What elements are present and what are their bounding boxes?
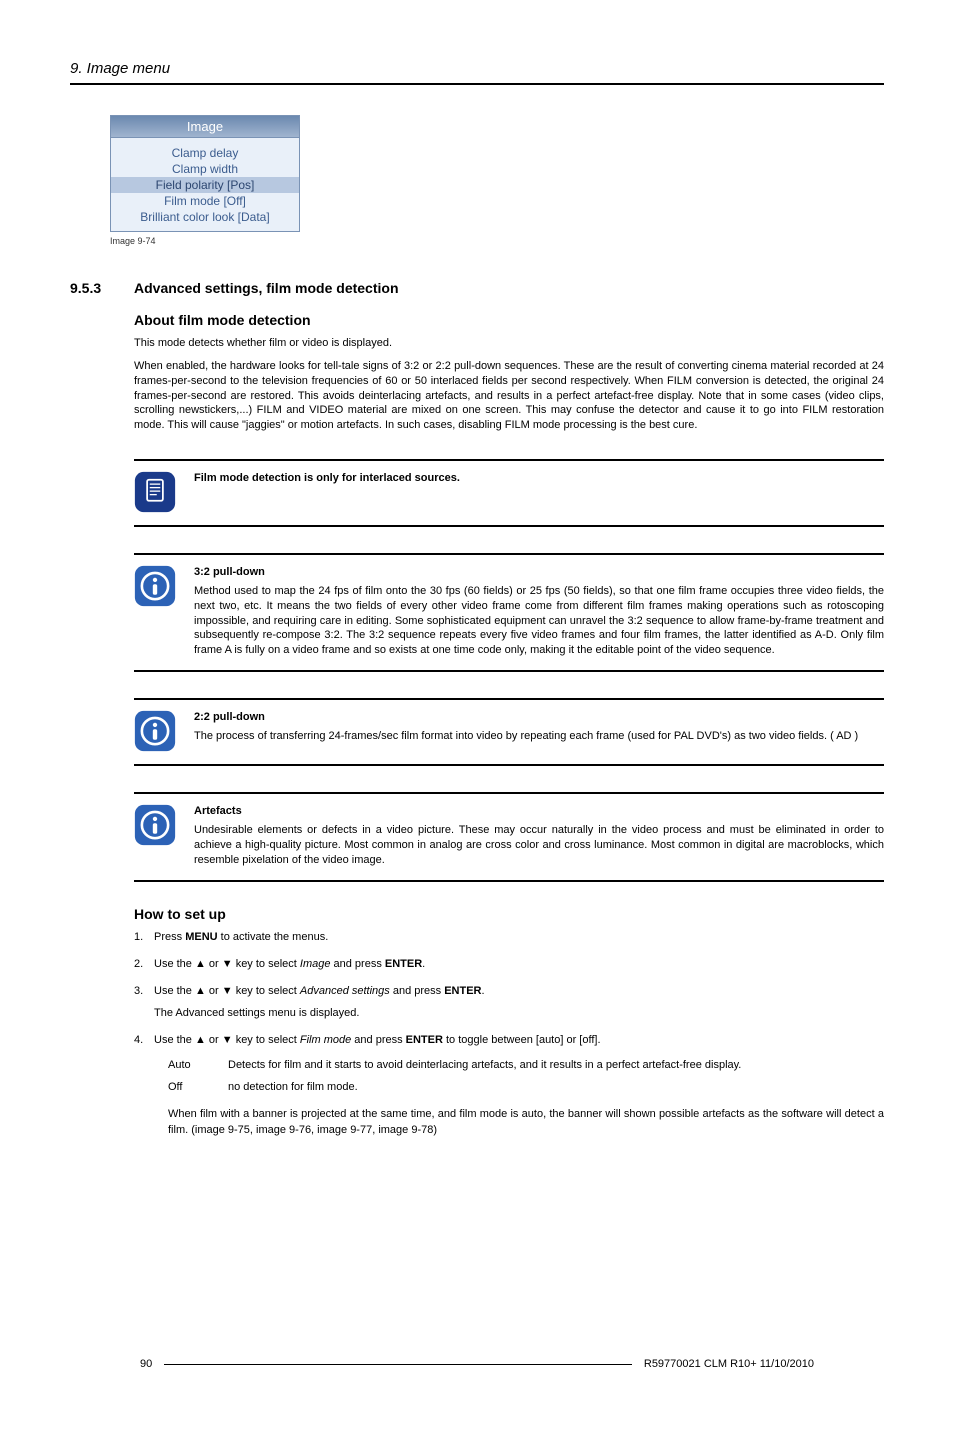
image-menu-body: Clamp delay Clamp width Field polarity […: [111, 138, 299, 231]
step-text: .: [481, 985, 484, 997]
page-footer: 90 R59770021 CLM R10+ 11/10/2010: [140, 1358, 814, 1370]
definition-term: Auto: [168, 1058, 228, 1073]
step-text: Use the ▲ or ▼ key to select: [154, 1034, 300, 1046]
definition-row: Off no detection for film mode.: [168, 1080, 884, 1095]
step-text: and press: [330, 958, 384, 970]
info-text: Method used to map the 24 fps of film on…: [194, 584, 884, 658]
steps-list: Press MENU to activate the menus. Use th…: [134, 930, 884, 1139]
step-sub: The Advanced settings menu is displayed.: [154, 1006, 884, 1021]
info-callout: 3:2 pull-down Method used to map the 24 …: [134, 553, 884, 672]
page-section-title: 9. Image menu: [70, 60, 884, 77]
body-text: This mode detects whether film or video …: [134, 336, 884, 351]
info-text: The process of transferring 24-frames/se…: [194, 729, 884, 744]
definition-row: Auto Detects for film and it starts to a…: [168, 1058, 884, 1073]
info-text: Undesirable elements or defects in a vid…: [194, 823, 884, 868]
step-text: and press: [390, 985, 444, 997]
step-italic: Film mode: [300, 1034, 351, 1046]
note-text: Film mode detection is only for interlac…: [194, 471, 884, 486]
step-text: to toggle between [auto] or [off].: [443, 1034, 601, 1046]
definition-desc: Detects for film and it starts to avoid …: [228, 1058, 884, 1073]
info-body: Artefacts Undesirable elements or defect…: [194, 804, 884, 867]
image-menu-screenshot: Image Clamp delay Clamp width Field pola…: [110, 115, 300, 232]
footer-page-number: 90: [140, 1358, 152, 1370]
section-number: 9.5.3: [70, 280, 134, 296]
subhead-about: About film mode detection: [134, 312, 884, 328]
step-italic: Image: [300, 958, 331, 970]
step-bold: ENTER: [406, 1034, 443, 1046]
info-body: 2:2 pull-down The process of transferrin…: [194, 710, 884, 752]
menu-item: Clamp width: [111, 161, 299, 177]
step-bold: ENTER: [385, 958, 422, 970]
footer-rule: [164, 1364, 632, 1365]
info-body: 3:2 pull-down Method used to map the 24 …: [194, 565, 884, 658]
step-bold: MENU: [185, 931, 217, 943]
menu-item: Brilliant color look [Data]: [111, 209, 299, 225]
step-text: Use the ▲ or ▼ key to select: [154, 958, 300, 970]
definition-desc: no detection for film mode.: [228, 1080, 884, 1095]
image-menu-title: Image: [111, 116, 299, 138]
step-bold: ENTER: [444, 985, 481, 997]
section-title: Advanced settings, film mode detection: [134, 280, 399, 296]
menu-item: Film mode [Off]: [111, 193, 299, 209]
note-callout: Film mode detection is only for interlac…: [134, 459, 884, 527]
definitions-list: Auto Detects for film and it starts to a…: [168, 1058, 884, 1095]
step-text: Press: [154, 931, 185, 943]
step-item: Use the ▲ or ▼ key to select Image and p…: [134, 957, 884, 972]
step-item: Use the ▲ or ▼ key to select Film mode a…: [134, 1033, 884, 1138]
info-icon: [134, 565, 176, 607]
menu-item: Clamp delay: [111, 145, 299, 161]
definition-term: Off: [168, 1080, 228, 1095]
body-text: When enabled, the hardware looks for tel…: [134, 359, 884, 433]
info-callout: Artefacts Undesirable elements or defect…: [134, 792, 884, 881]
info-icon: [134, 710, 176, 752]
step-italic: Advanced settings: [300, 985, 390, 997]
step-item: Use the ▲ or ▼ key to select Advanced se…: [134, 984, 884, 1021]
header-rule: [70, 83, 884, 85]
menu-item-selected: Field polarity [Pos]: [111, 177, 299, 193]
note-icon: [134, 471, 176, 513]
info-icon: [134, 804, 176, 846]
info-title: 3:2 pull-down: [194, 565, 884, 580]
note-body: Film mode detection is only for interlac…: [194, 471, 884, 513]
step-text: .: [422, 958, 425, 970]
figure-caption: Image 9-74: [110, 236, 884, 246]
section-heading-row: 9.5.3 Advanced settings, film mode detec…: [70, 280, 884, 296]
step-text: Use the ▲ or ▼ key to select: [154, 985, 300, 997]
footer-doc-id: R59770021 CLM R10+ 11/10/2010: [644, 1358, 814, 1370]
info-title: 2:2 pull-down: [194, 710, 884, 725]
step-note: When film with a banner is projected at …: [168, 1107, 884, 1138]
subhead-howto: How to set up: [134, 906, 884, 922]
info-title: Artefacts: [194, 804, 884, 819]
step-text: to activate the menus.: [218, 931, 329, 943]
step-item: Press MENU to activate the menus.: [134, 930, 884, 945]
step-text: and press: [351, 1034, 405, 1046]
info-callout: 2:2 pull-down The process of transferrin…: [134, 698, 884, 766]
